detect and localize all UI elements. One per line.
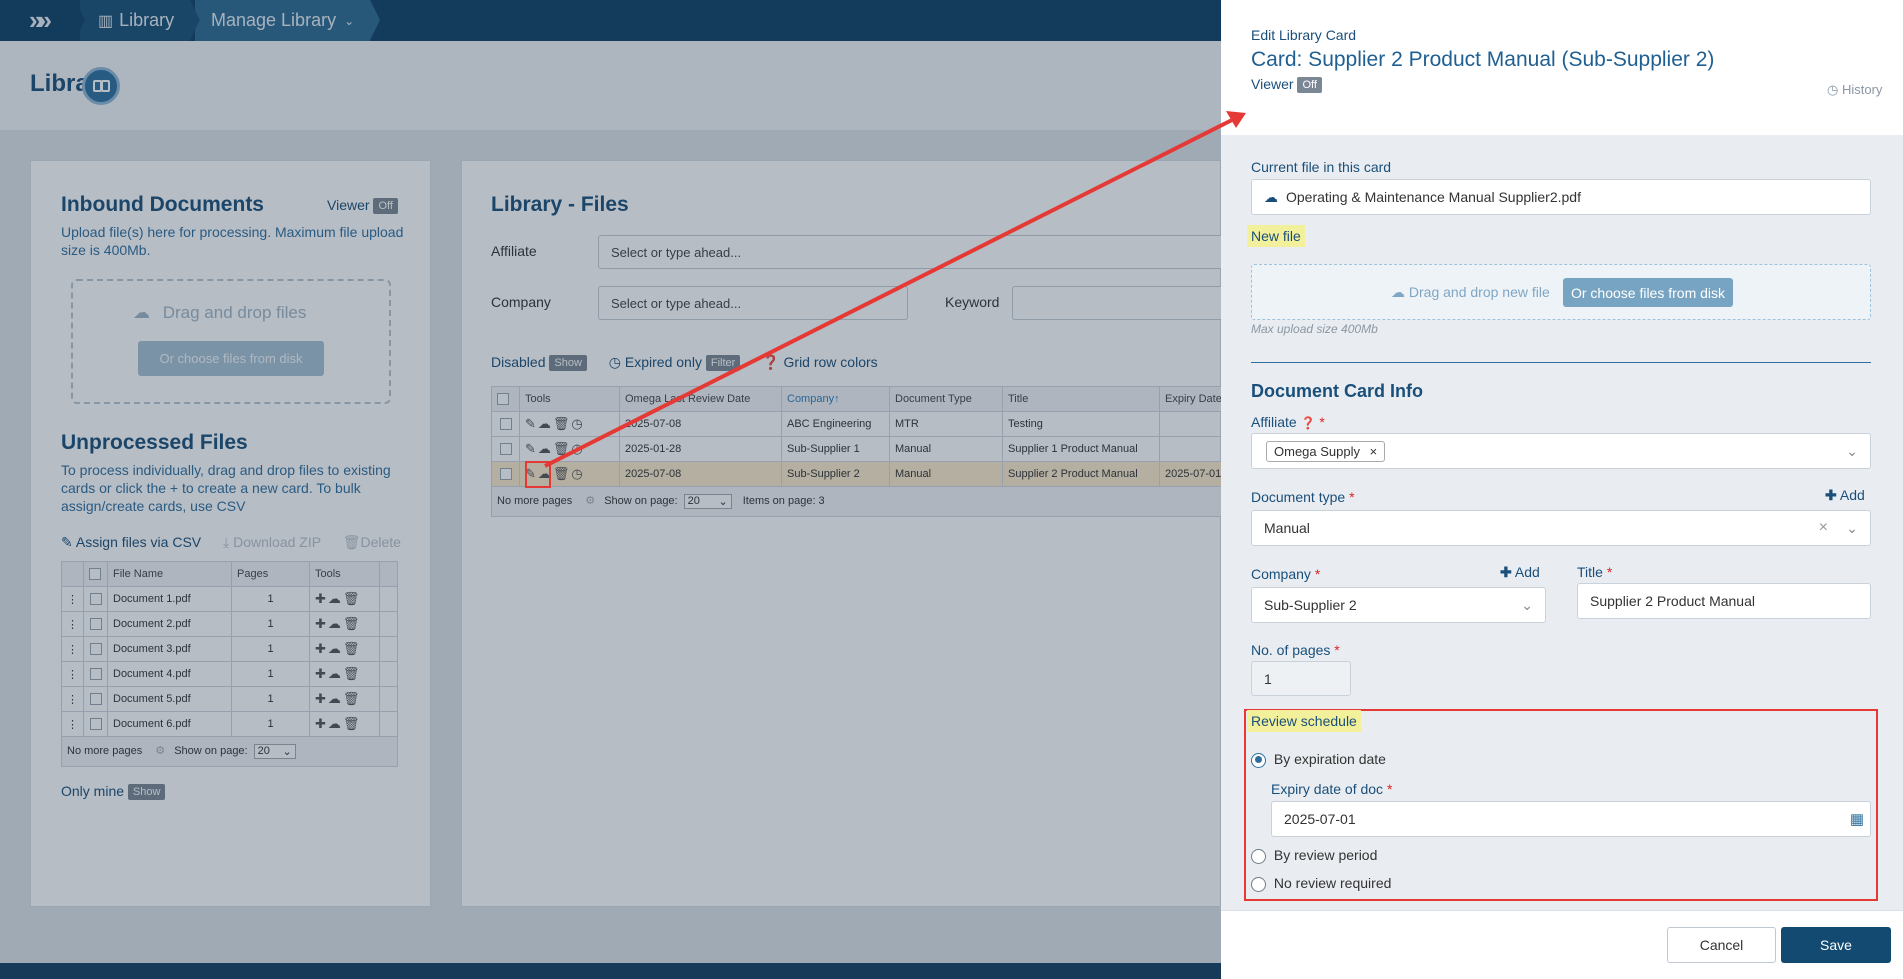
arrow-line xyxy=(544,118,1233,468)
annotation-arrow xyxy=(544,111,1246,468)
